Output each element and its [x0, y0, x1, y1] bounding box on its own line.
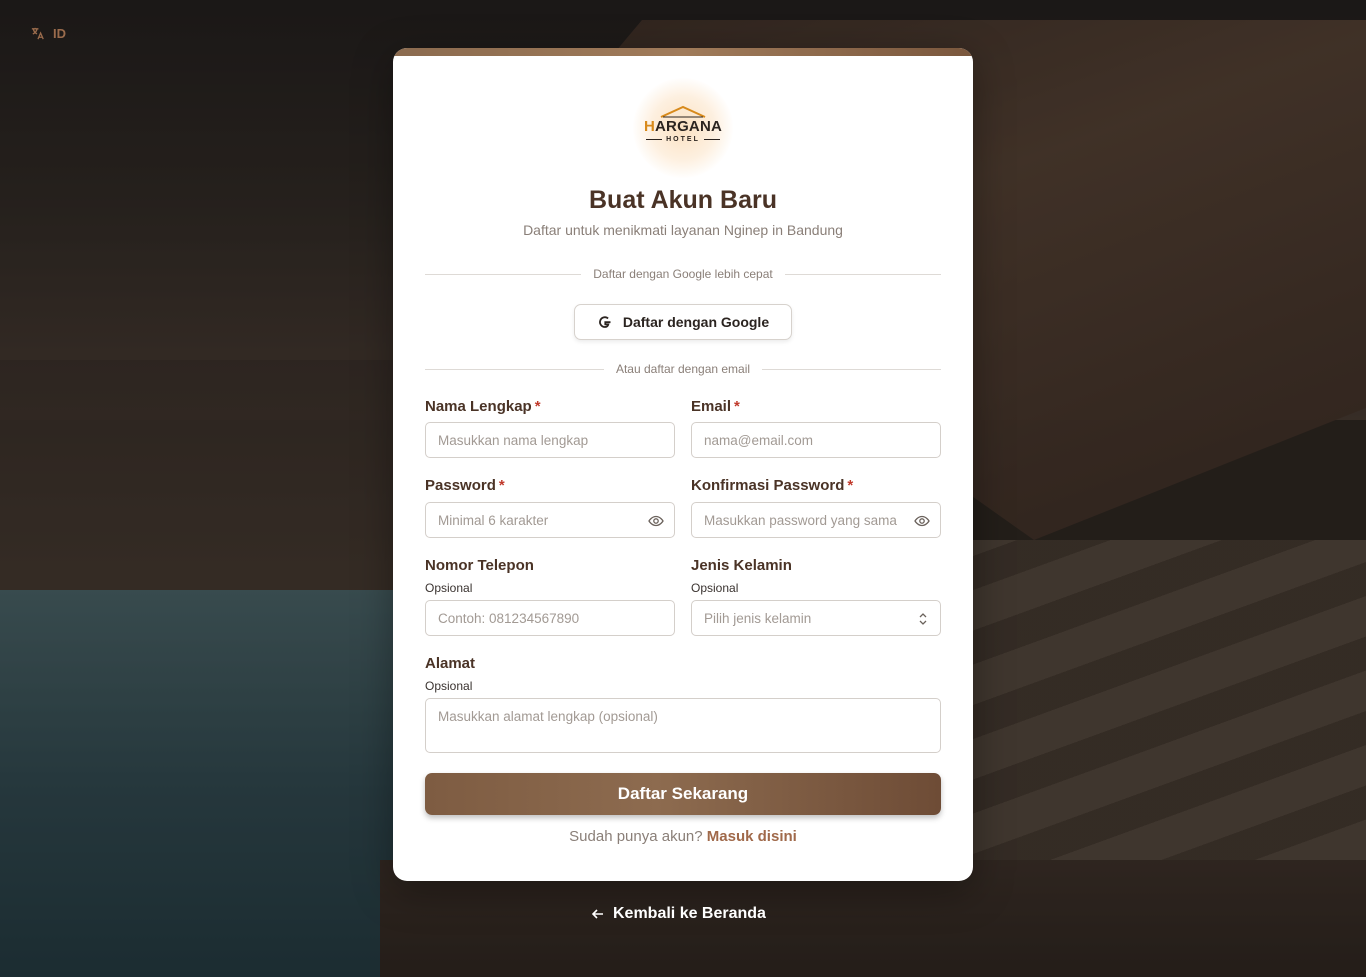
phone-input[interactable]: Contoh: 081234567890	[425, 600, 675, 636]
email-divider: Atau daftar dengan email	[425, 361, 941, 377]
google-button-label: Daftar dengan Google	[622, 314, 770, 330]
gender-hint: Opsional	[691, 581, 739, 595]
password-input[interactable]: Minimal 6 karakter	[425, 502, 675, 538]
translate-icon	[31, 27, 44, 40]
card-accent-bar	[393, 48, 973, 56]
confirm-password-label: Konfirmasi Password *	[691, 477, 854, 494]
logo-name: ARGANA	[655, 118, 723, 135]
required-mark: *	[847, 477, 854, 494]
password-label: Password *	[425, 477, 505, 494]
confirm-password-input[interactable]: Masukkan password yang sama	[691, 502, 941, 538]
register-submit-button[interactable]: Daftar Sekarang	[425, 773, 941, 815]
gender-label: Jenis Kelamin	[691, 557, 792, 574]
google-icon	[599, 316, 611, 328]
language-code: ID	[53, 26, 66, 41]
email-input[interactable]: nama@email.com	[691, 422, 941, 458]
gender-select[interactable]: Pilih jenis kelamin	[691, 600, 941, 636]
chevron-updown-icon	[919, 613, 927, 625]
page-title: Buat Akun Baru	[589, 186, 777, 214]
required-mark: *	[498, 477, 505, 494]
register-card: HARGANA HOTEL Buat Akun Baru Daftar untu…	[393, 48, 973, 881]
login-prompt: Sudah punya akun? Masuk disini	[569, 828, 797, 845]
address-hint: Opsional	[425, 679, 473, 693]
email-label: Email *	[691, 398, 740, 415]
back-label: Kembali ke Beranda	[613, 905, 766, 922]
required-mark: *	[534, 398, 541, 415]
full-name-label: Nama Lengkap *	[425, 398, 541, 415]
google-signup-button[interactable]: Daftar dengan Google	[574, 304, 792, 340]
address-label: Alamat	[425, 655, 476, 672]
hotel-logo: HARGANA HOTEL	[633, 78, 733, 178]
address-textarea[interactable]: Masukkan alamat lengkap (opsional)	[425, 698, 941, 753]
eye-icon[interactable]	[648, 513, 664, 529]
email-divider-text: Atau daftar dengan email	[615, 362, 751, 376]
roof-icon	[660, 105, 706, 118]
eye-icon[interactable]	[914, 513, 930, 529]
phone-hint: Opsional	[425, 581, 473, 595]
logo-sub: HOTEL	[633, 136, 733, 143]
page-subtitle: Daftar untuk menikmati layanan Nginep in…	[523, 222, 843, 238]
phone-label: Nomor Telepon	[425, 557, 534, 574]
required-mark: *	[734, 398, 740, 415]
login-link[interactable]: Masuk disini	[707, 828, 797, 845]
logo-initial: H	[643, 118, 655, 135]
google-divider: Daftar dengan Google lebih cepat	[425, 266, 941, 282]
arrow-left-icon	[591, 909, 603, 919]
google-divider-text: Daftar dengan Google lebih cepat	[593, 267, 773, 281]
back-to-home-link[interactable]: Kembali ke Beranda	[591, 905, 766, 923]
full-name-input[interactable]: Masukkan nama lengkap	[425, 422, 675, 458]
language-switcher[interactable]: ID	[30, 26, 66, 41]
